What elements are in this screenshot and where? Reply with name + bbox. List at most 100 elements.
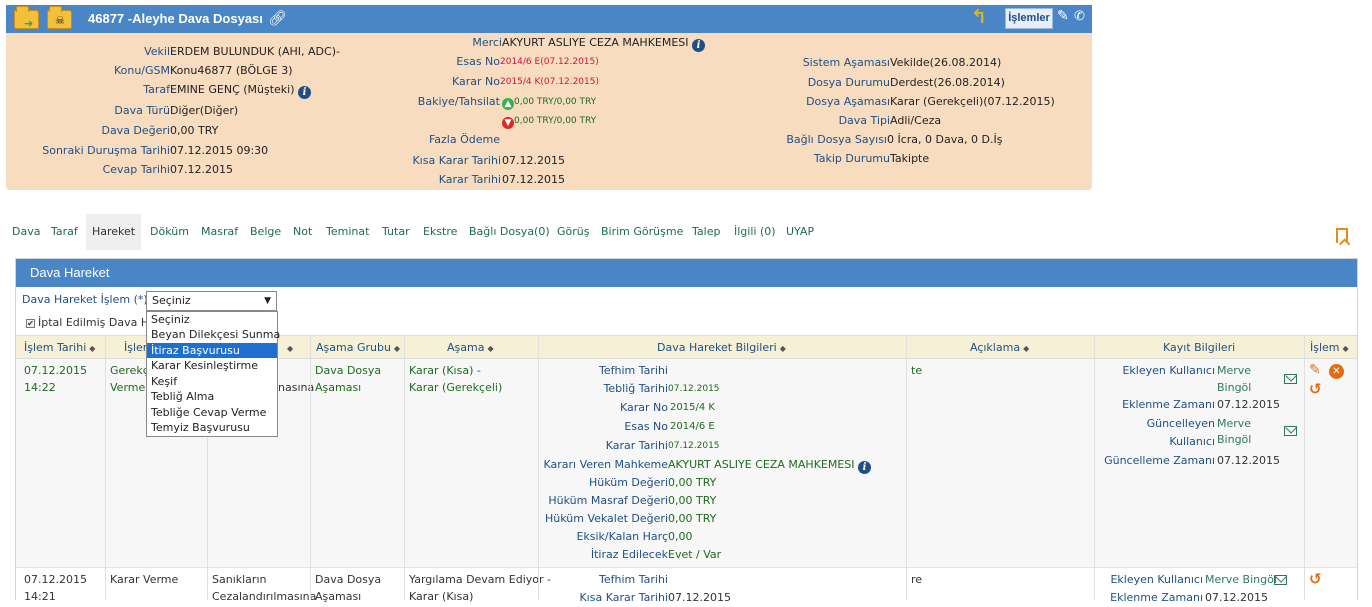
edit-icon[interactable]: ✎ — [1309, 362, 1321, 378]
sistem-label: Sistem Aşaması — [802, 56, 890, 69]
edit-icon[interactable]: ✎ — [1057, 8, 1069, 24]
tab-not[interactable]: Not — [287, 214, 318, 250]
konu-label: Konu/GSM — [113, 64, 170, 77]
delete-icon[interactable]: ✕ — [1329, 364, 1344, 379]
row2-info-kisa: Kısa Karar Tarihi — [540, 589, 668, 607]
row1-col3-frag: nasına — [278, 381, 315, 394]
select-value: Seçiniz — [152, 294, 191, 307]
sistem-value: Vekilde(26.08.2014) — [890, 56, 1002, 69]
bakiye-up-wrap: ▲ 0,00 TRY/0,00 TRY — [502, 94, 596, 110]
merci-label: Merci — [472, 36, 502, 49]
tab-dokum[interactable]: Döküm — [144, 214, 195, 250]
kayit-key: Eklenme Zamanı — [1110, 591, 1203, 604]
row2-kayit-eklenme: Eklenme Zamanı — [1100, 589, 1203, 607]
option-teblig-alma[interactable]: Tebliğ Alma — [147, 389, 277, 404]
tab-uyap[interactable]: UYAP — [780, 214, 820, 250]
info-mahkeme-value: AKYURT ASLIYE CEZA MAHKEMESI — [668, 458, 855, 471]
vekil-value: ERDEM BULUNDUK (AHI, ADC)- — [170, 45, 340, 58]
mail-icon[interactable] — [1284, 426, 1297, 436]
info-icon[interactable]: i — [298, 86, 312, 99]
th-label: İşlem Tarihi — [24, 341, 87, 354]
dosya-durumu-value: Derdest(26.08.2014) — [890, 76, 1005, 89]
takip-value: Takipte — [890, 152, 930, 165]
tab-birim-gorusme[interactable]: Birim Görüşme — [595, 214, 689, 250]
info-key: İtiraz Edilecek — [590, 548, 668, 561]
sort-icon: ◆ — [779, 344, 786, 353]
mail-icon[interactable] — [1274, 575, 1287, 585]
row2-col3-2: Cezalandırılmasına — [212, 590, 317, 603]
tab-gorus[interactable]: Görüş — [551, 214, 595, 250]
arrow-down-icon: ▼ — [502, 117, 514, 129]
info-hukum-vekalet: Hüküm Vekalet Değeri — [540, 510, 668, 528]
taraf-value: EMINE GENÇ (Müşteki) — [170, 83, 295, 96]
islemler-button[interactable]: İşlemler — [1005, 8, 1053, 29]
th-asama-grubu[interactable]: Aşama Grubu ◆ — [316, 336, 400, 360]
row1-eklenme-value: 07.12.2015 — [1217, 398, 1280, 411]
th-col3-sort[interactable]: ◆ — [284, 336, 293, 360]
info-key: Hüküm Değeri — [588, 476, 668, 489]
tab-ilgili[interactable]: İlgili (0) — [728, 214, 782, 250]
fazla-row: Fazla Ödeme — [380, 132, 500, 148]
sort-icon: ◆ — [89, 344, 96, 353]
tab-taraf[interactable]: Taraf — [45, 214, 84, 250]
tab-hareket[interactable]: Hareket — [86, 214, 142, 250]
hareket-islem-select[interactable]: Seçiniz ▼ — [146, 291, 277, 311]
option-teblige-cevap[interactable]: Tebliğe Cevap Verme — [147, 405, 277, 420]
folder-danger-icon[interactable]: ☠ — [47, 6, 72, 29]
th-aciklama[interactable]: Açıklama ◆ — [970, 336, 1029, 360]
option-kesif[interactable]: Keşif — [147, 374, 277, 389]
karar-value: 2015/4 K(07.12.2015) — [500, 77, 599, 87]
row2-date: 07.12.2015 — [24, 573, 87, 586]
th-hareket-bilgileri[interactable]: Dava Hareket Bilgileri ◆ — [657, 336, 786, 360]
info-itiraz-value: Evet / Var — [668, 548, 722, 561]
link-icon[interactable]: 🔗︎ — [268, 9, 287, 27]
info-eksik-harc: Eksik/Kalan Harç — [540, 528, 668, 546]
history-icon[interactable]: ↺ — [1309, 380, 1322, 398]
dosya-durumu-row: Dosya Durumu — [700, 75, 890, 91]
option-beyan-dilekcesi[interactable]: Beyan Dilekçesi Sunma — [147, 327, 280, 342]
row1-ekleyen-1: Merve — [1217, 364, 1252, 377]
info-esas-no-value: 2014/6 E — [670, 421, 715, 432]
iptal-checkbox-row[interactable]: ✔ İptal Edilmiş Dava H — [26, 316, 149, 329]
durusma-row: Sonraki Duruşma Tarihi — [0, 143, 170, 159]
kisa-label: Kısa Karar Tarihi — [412, 154, 501, 167]
th-islem-tarihi[interactable]: İşlem Tarihi ◆ — [24, 336, 95, 360]
row2-aciklama: re — [911, 573, 923, 586]
th-asama[interactable]: Aşama ◆ — [447, 336, 494, 360]
bakiye-down-value: 0,00 TRY/0,00 TRY — [514, 116, 597, 126]
tab-dava[interactable]: Dava — [6, 214, 46, 250]
history-icon[interactable]: ↺ — [1309, 570, 1322, 588]
row1-guncelleme-value: 07.12.2015 — [1217, 454, 1280, 467]
iptal-label: İptal Edilmiş Dava H — [38, 316, 150, 329]
info-key: Karar No — [619, 401, 668, 414]
iptal-checkbox[interactable]: ✔ — [26, 319, 35, 328]
takip-label: Takip Durumu — [813, 152, 890, 165]
tab-ekstre[interactable]: Ekstre — [417, 214, 463, 250]
mail-icon[interactable] — [1284, 374, 1297, 384]
info-key: Tebliğ Tarihi — [603, 382, 668, 395]
tab-teminat[interactable]: Teminat — [320, 214, 375, 250]
back-arrow-icon[interactable]: ↰ — [971, 6, 987, 28]
bookmark-icon[interactable] — [1336, 228, 1348, 243]
merci-info-icon[interactable]: i — [692, 39, 706, 52]
tab-belge[interactable]: Belge — [244, 214, 287, 250]
option-itiraz-basvurusu[interactable]: İtiraz Başvurusu — [147, 343, 277, 358]
tab-masraf[interactable]: Masraf — [195, 214, 244, 250]
row1-ekleyen-2: Bingöl — [1217, 381, 1252, 394]
folder-open-icon[interactable]: ➜ — [14, 6, 39, 29]
esas-value: 2014/6 E(07.12.2015) — [500, 57, 599, 67]
bagli-value: 0 İcra, 0 Dava, 0 D.İş — [887, 133, 1003, 146]
mahkeme-info-icon[interactable]: i — [858, 461, 872, 474]
esas-row: Esas No — [380, 54, 500, 70]
tab-bagli-dosya[interactable]: Bağlı Dosya(0) — [463, 214, 556, 250]
esas-label: Esas No — [456, 55, 500, 68]
tab-talep[interactable]: Talep — [686, 214, 726, 250]
row1-date: 07.12.2015 — [24, 364, 87, 377]
option-temyiz-basvurusu[interactable]: Temyiz Başvurusu — [147, 420, 277, 435]
cevap-label: Cevap Tarihi — [102, 163, 170, 176]
tab-tutar[interactable]: Tutar — [376, 214, 416, 250]
option-karar-kesinlestirme[interactable]: Karar Kesinleştirme — [147, 358, 277, 373]
option-seciniz[interactable]: Seçiniz — [147, 312, 277, 327]
phone-icon[interactable]: ✆ — [1074, 9, 1085, 24]
th-islem-actions[interactable]: İşlem ◆ — [1310, 336, 1349, 360]
